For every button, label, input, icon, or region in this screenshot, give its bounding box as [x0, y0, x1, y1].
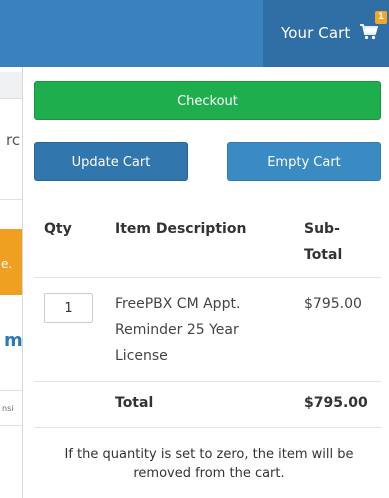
total-value: $795.00 — [304, 395, 368, 411]
table-divider — [34, 381, 381, 382]
background-bar — [0, 72, 22, 98]
zero-quantity-note: If the quantity is set to zero, the item… — [64, 447, 354, 481]
cart-label: Your Cart — [281, 24, 351, 42]
qty-column-header: Qty — [44, 221, 72, 237]
table-divider — [34, 277, 381, 278]
your-cart-button[interactable]: Your Cart 1 — [263, 0, 389, 67]
background-orange-text: e. — [1, 257, 13, 271]
description-column-header: Item Description — [115, 221, 247, 237]
background-divider — [0, 199, 22, 200]
subtotal-column-header: Sub-Total — [304, 221, 343, 263]
item-price: $795.00 — [304, 296, 362, 312]
total-label: Total — [115, 395, 154, 411]
cart-count-badge: 1 — [375, 11, 387, 24]
item-description: FreePBX CM Appt. Reminder 25 Year Licens… — [115, 296, 241, 364]
empty-cart-button[interactable]: Empty Cart — [227, 142, 381, 181]
background-divider — [0, 390, 22, 391]
cart-panel: Checkout Update Cart Empty Cart Qty Item… — [22, 67, 389, 498]
checkout-button[interactable]: Checkout — [34, 81, 381, 120]
background-heading-text: m — [4, 330, 23, 351]
update-cart-button[interactable]: Update Cart — [34, 142, 188, 181]
cart-icon — [360, 24, 378, 40]
background-divider — [0, 425, 22, 426]
quantity-input[interactable] — [44, 293, 93, 323]
table-divider — [34, 427, 381, 428]
background-divider — [0, 98, 22, 99]
background-small-text: nsi — [2, 404, 14, 413]
background-text: rc — [6, 131, 21, 149]
